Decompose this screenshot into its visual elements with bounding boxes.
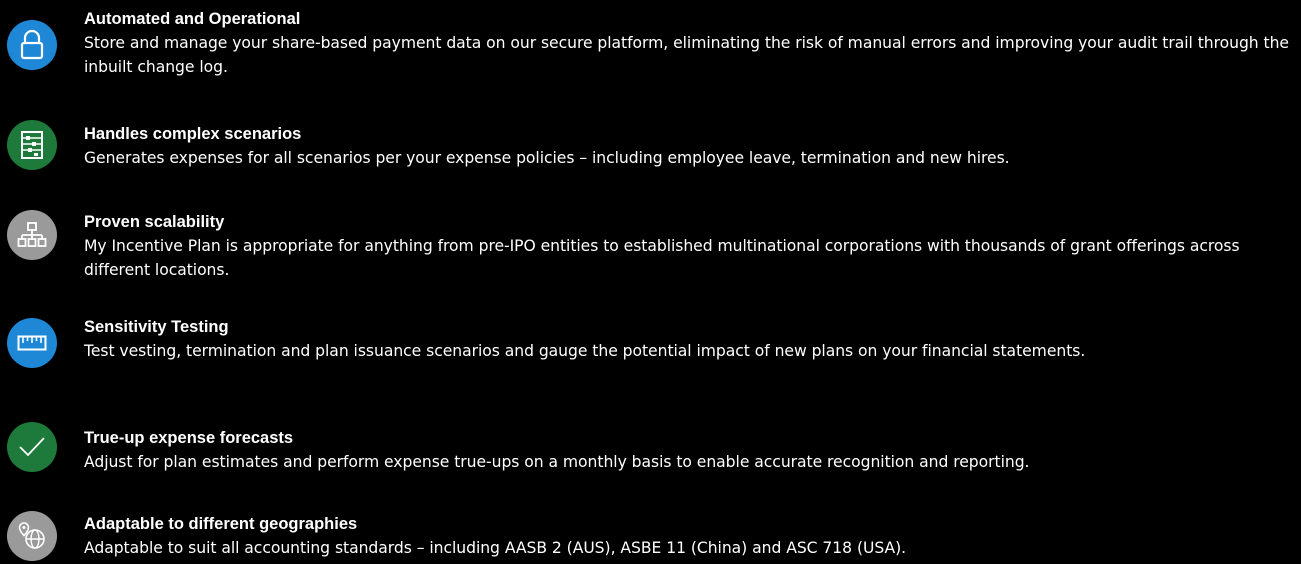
feature-description: My Incentive Plan is appropriate for any…: [84, 237, 1240, 279]
feature-title: Adaptable to different geographies: [84, 515, 358, 533]
feature-description: Generates expenses for all scenarios per…: [84, 149, 1010, 167]
feature-title: True-up expense forecasts: [84, 429, 294, 447]
feature-list: Automated and Operational Store and mana…: [0, 0, 1301, 564]
feature-title: Handles complex scenarios: [84, 125, 302, 143]
feature-title: Sensitivity Testing: [84, 318, 229, 336]
feature-description: Test vesting, termination and plan issua…: [84, 342, 1086, 360]
feature-description: Store and manage your share-based paymen…: [84, 34, 1289, 76]
checkmark-icon: [7, 422, 57, 472]
feature-description: Adjust for plan estimates and perform ex…: [84, 453, 1030, 471]
globe-location-icon: [7, 511, 57, 561]
feature-title: Automated and Operational: [84, 10, 301, 28]
ruler-icon: [7, 318, 57, 368]
abacus-icon: [7, 120, 57, 170]
feature-description: Adaptable to suit all accounting standar…: [84, 539, 907, 557]
hierarchy-icon: [7, 210, 57, 260]
lock-icon: [7, 20, 57, 70]
feature-title: Proven scalability: [84, 213, 225, 231]
